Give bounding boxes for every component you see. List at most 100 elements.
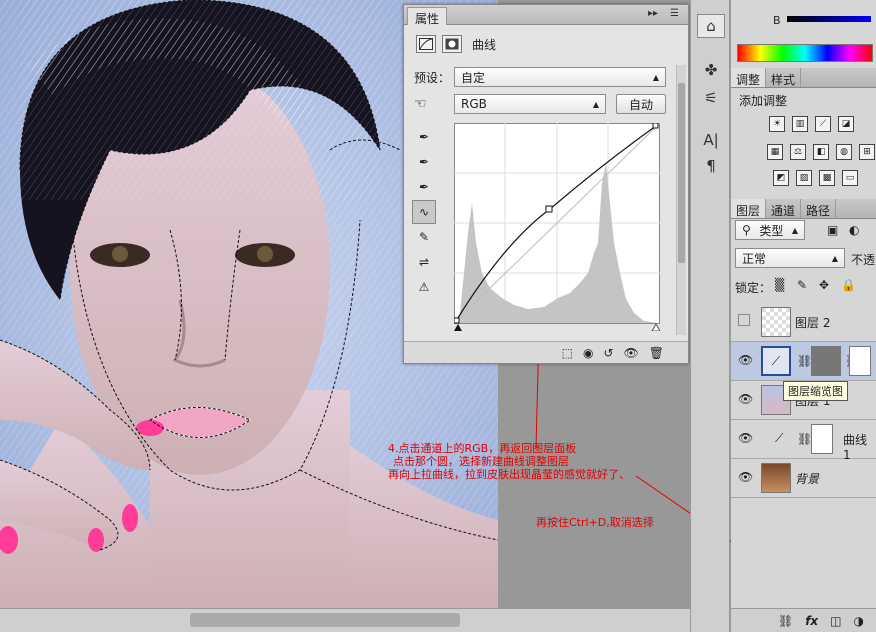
- adjustment-row-3: ◩ ▨ ▩ ▭: [773, 170, 858, 186]
- adjustment-row-2: ▦ ⚖ ◧ ◍ ⊞: [767, 144, 875, 160]
- link-icon[interactable]: ⛓: [797, 354, 812, 368]
- filter-image-icon[interactable]: ▣: [827, 223, 838, 237]
- eye-icon[interactable]: 👁: [738, 392, 753, 406]
- mask-icon[interactable]: [442, 35, 462, 53]
- search-icon: ⚲: [742, 223, 751, 237]
- filter-adjustment-icon[interactable]: ◐: [849, 223, 859, 237]
- lock-all-icon[interactable]: 🔒: [841, 278, 856, 292]
- posterize-icon[interactable]: ▨: [796, 170, 812, 186]
- view-previous-icon[interactable]: ◉: [583, 346, 593, 360]
- layer-mask-thumbnail[interactable]: [811, 424, 833, 454]
- reset-icon[interactable]: ↺: [603, 346, 613, 360]
- layer-thumbnail[interactable]: [761, 463, 791, 493]
- pencil-tool-icon[interactable]: ✎: [412, 225, 436, 249]
- properties-tab[interactable]: 属性: [407, 7, 448, 26]
- black-point-eyedropper-icon[interactable]: ✒: [412, 125, 436, 149]
- target-adjust-hand-icon[interactable]: ☜: [414, 96, 454, 112]
- tab-paths[interactable]: 路径: [801, 199, 837, 218]
- lock-transparency-icon[interactable]: ▒: [775, 278, 784, 292]
- adjustment-thumbnail[interactable]: ⟋: [761, 346, 791, 376]
- tab-adjustments[interactable]: 调整: [731, 68, 767, 87]
- eye-icon[interactable]: 👁: [738, 470, 753, 484]
- spectrum-bar[interactable]: [737, 44, 873, 62]
- character-icon[interactable]: A|: [697, 128, 725, 152]
- clip-to-layer-icon[interactable]: ⬚: [562, 346, 573, 360]
- brush-settings-icon[interactable]: ⚟: [697, 86, 725, 110]
- scrollbar-thumb[interactable]: [190, 613, 460, 627]
- black-point-slider[interactable]: [454, 324, 462, 331]
- white-point-slider[interactable]: [651, 322, 660, 331]
- layer-mask-white-thumbnail[interactable]: [849, 346, 871, 376]
- lock-move-icon[interactable]: ✥: [819, 278, 829, 292]
- link-layers-icon[interactable]: ⛓: [778, 614, 793, 628]
- photo-filter-icon[interactable]: ◍: [836, 144, 852, 160]
- layer-name[interactable]: 背景: [795, 470, 819, 487]
- black-white-icon[interactable]: ◧: [813, 144, 829, 160]
- layer-row-layer2[interactable]: 图层 2: [731, 303, 876, 342]
- brush-presets-icon[interactable]: ✤: [697, 58, 725, 82]
- curves-adjustment-icon[interactable]: ⟋: [775, 431, 783, 446]
- vibrance-icon[interactable]: ▦: [767, 144, 783, 160]
- layer-thumbnail[interactable]: [761, 307, 791, 337]
- new-adjustment-layer-icon[interactable]: ◑: [854, 614, 864, 628]
- channel-select[interactable]: RGB ▲: [454, 94, 606, 114]
- b-channel-slider[interactable]: [787, 16, 871, 22]
- properties-panel[interactable]: 属性 ▸▸ ☰ 曲线 预设： 自定 ▲ ☜ RGB ▲ 自动 ✒ ✒ ✒ ∿ ✎…: [403, 4, 689, 364]
- lock-paint-icon[interactable]: ✎: [797, 278, 807, 292]
- layer-row-curves-selected[interactable]: 👁 ⟋ ⛓ ⛓: [731, 342, 876, 381]
- canvas-horizontal-scrollbar[interactable]: [0, 608, 690, 632]
- preset-row: 预设： 自定 ▲: [414, 67, 666, 87]
- layer-row-curves1[interactable]: 👁 ⟋ ⛓ 曲线 1: [731, 420, 876, 462]
- layer-row-background[interactable]: 👁 背景: [731, 459, 876, 498]
- levels-icon[interactable]: ▥: [792, 116, 808, 132]
- layer-mask-thumbnail[interactable]: [811, 346, 841, 376]
- curve-point-tool-icon[interactable]: ∿: [412, 200, 436, 224]
- link-icon[interactable]: ⛓: [797, 432, 812, 446]
- layer-name[interactable]: 图层 2: [795, 314, 830, 331]
- eye-icon[interactable]: 👁: [738, 431, 753, 445]
- layer-filter-select[interactable]: ⚲ 类型 ▲: [735, 220, 805, 240]
- tab-layers[interactable]: 图层: [731, 199, 767, 218]
- color-balance-icon[interactable]: ⚖: [790, 144, 806, 160]
- threshold-icon[interactable]: ▩: [819, 170, 835, 186]
- visibility-toggle-empty[interactable]: [738, 314, 750, 326]
- gray-point-eyedropper-icon[interactable]: ✒: [412, 150, 436, 174]
- channel-mixer-icon[interactable]: ⊞: [859, 144, 875, 160]
- delete-icon[interactable]: 🗑: [649, 346, 664, 360]
- select-arrows-icon: ▲: [652, 72, 659, 82]
- opacity-label: 不透: [851, 253, 876, 267]
- properties-scrollbar[interactable]: [676, 65, 686, 335]
- curves-icon[interactable]: ⟋: [815, 116, 831, 132]
- exposure-icon[interactable]: ◪: [838, 116, 854, 132]
- white-point-eyedropper-icon[interactable]: ✒: [412, 175, 436, 199]
- properties-titlebar[interactable]: 属性 ▸▸ ☰: [404, 5, 688, 26]
- visibility-icon[interactable]: 👁: [624, 346, 639, 360]
- layer-name[interactable]: 曲线 1: [843, 431, 876, 462]
- paragraph-icon[interactable]: ¶: [697, 154, 725, 178]
- eye-icon[interactable]: 👁: [738, 353, 753, 367]
- curves-adjustment-icon[interactable]: [416, 35, 436, 53]
- brightness-icon[interactable]: ☀: [769, 116, 785, 132]
- tab-channels[interactable]: 通道: [766, 199, 802, 218]
- clipping-warning-icon[interactable]: ⚠: [412, 275, 436, 299]
- auto-button[interactable]: 自动: [616, 94, 666, 114]
- layer-filter-value: 类型: [759, 223, 784, 238]
- gradient-map-icon[interactable]: ▭: [842, 170, 858, 186]
- collapse-icon[interactable]: ▸▸: [648, 8, 658, 19]
- lock-label: 锁定：: [735, 281, 772, 295]
- preset-select[interactable]: 自定 ▲: [454, 67, 666, 87]
- invert-icon[interactable]: ◩: [773, 170, 789, 186]
- curve-endpoint-top[interactable]: [652, 123, 659, 129]
- channel-row: ☜ RGB ▲ 自动: [414, 94, 666, 114]
- tab-styles[interactable]: 样式: [766, 68, 802, 87]
- curve-control-point[interactable]: [545, 205, 553, 213]
- fx-icon[interactable]: fx: [805, 614, 818, 628]
- panel-menu-icon[interactable]: ☰: [670, 8, 679, 19]
- blend-mode-select[interactable]: 正常 ▲: [735, 248, 845, 268]
- add-mask-icon[interactable]: ◫: [830, 614, 841, 628]
- layers-tabs: 图层 通道 路径: [731, 199, 876, 219]
- history-icon[interactable]: ⌂: [697, 14, 725, 38]
- curves-graph[interactable]: [454, 123, 660, 331]
- curve-endpoint-bottom[interactable]: [454, 317, 460, 324]
- smooth-curve-icon[interactable]: ⇌: [412, 250, 436, 274]
